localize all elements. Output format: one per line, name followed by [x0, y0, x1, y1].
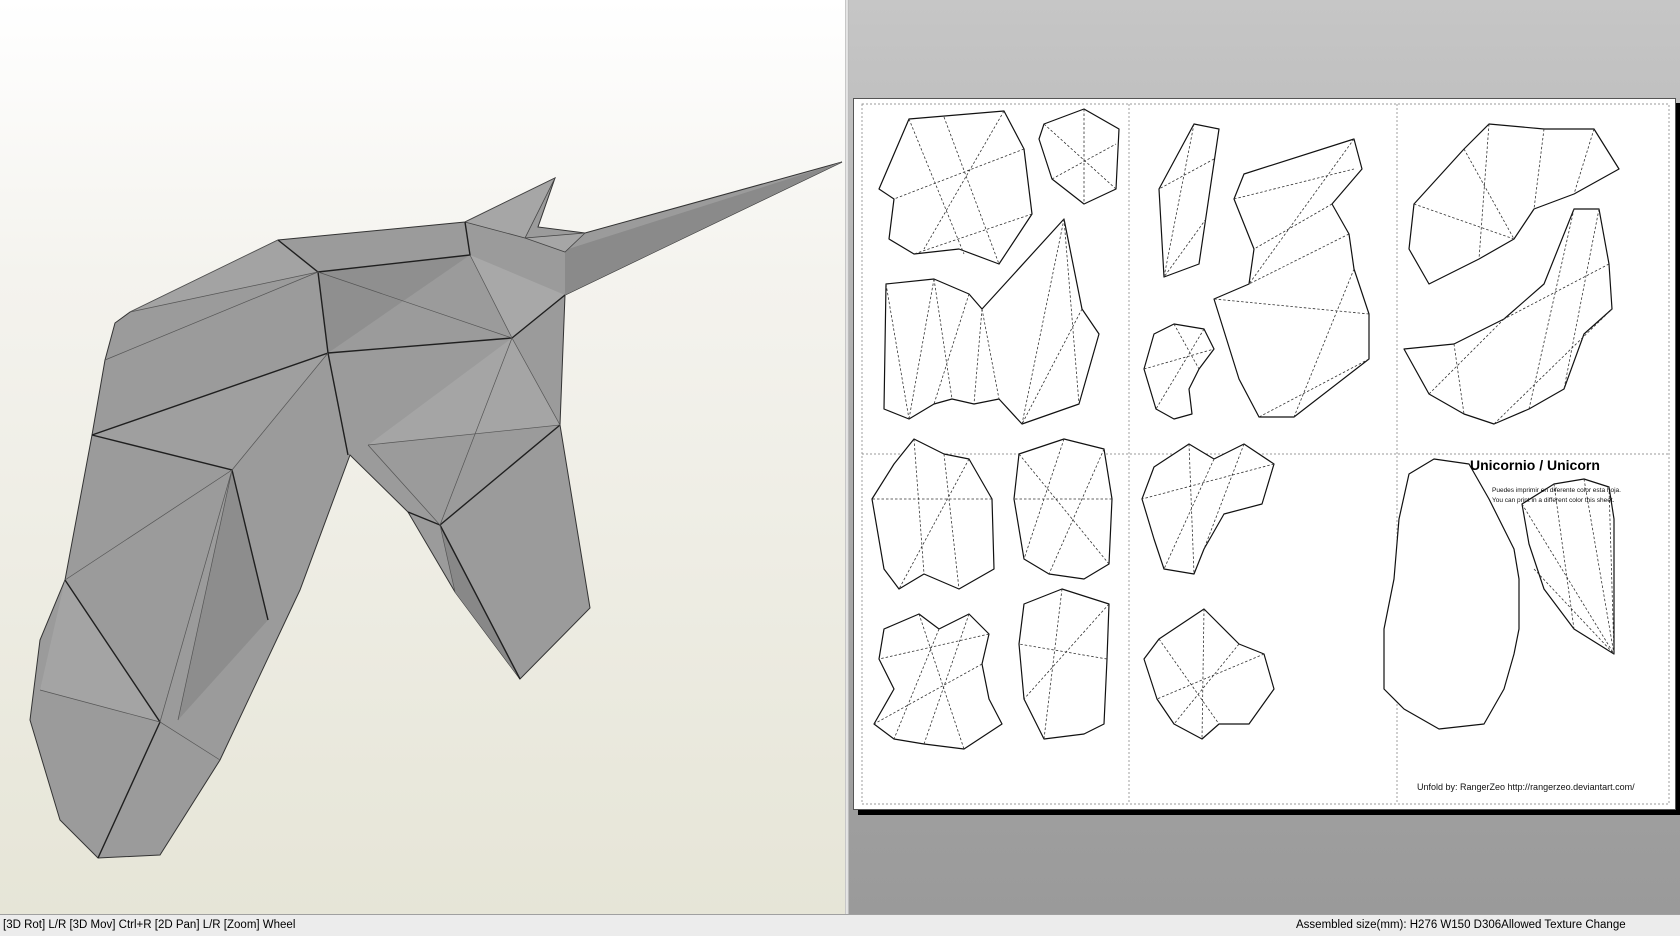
- unfolded-parts[interactable]: [854, 99, 1677, 811]
- part-11: [1141, 443, 1275, 575]
- sheet-note-spanish: Puedes imprimir en diferente color esta …: [1492, 487, 1621, 494]
- part-13: [1018, 588, 1110, 740]
- status-texture-mode: Allowed Texture Change: [1501, 919, 1626, 931]
- part-6: [1143, 323, 1215, 420]
- part-2: [1038, 108, 1120, 205]
- part-14: [1143, 608, 1275, 740]
- 2d-view-panel[interactable]: Unicornio / Unicorn Puedes imprimir en d…: [849, 0, 1680, 914]
- pattern-sheet[interactable]: Unicornio / Unicorn Puedes imprimir en d…: [853, 98, 1676, 810]
- part-5: [1213, 138, 1370, 418]
- status-controls-help: [3D Rot] L/R [3D Mov] Ctrl+R [2D Pan] L/…: [3, 919, 296, 931]
- part-16: [1521, 478, 1615, 655]
- part-12: [873, 613, 1003, 750]
- unicorn-3d-model[interactable]: [0, 0, 845, 914]
- 3d-view-panel[interactable]: [0, 0, 845, 914]
- status-assembled-size: Assembled size(mm): H276 W150 D306Allowe…: [1296, 919, 1626, 931]
- sheet-credit: Unfold by: RangerZeo http://rangerzeo.de…: [1417, 782, 1635, 792]
- status-bar: [3D Rot] L/R [3D Mov] Ctrl+R [2D Pan] L/…: [0, 914, 1680, 936]
- sheet-note-english: You can print in a different color this …: [1492, 497, 1615, 504]
- assembled-size-text: Assembled size(mm): H276 W150 D306: [1296, 919, 1502, 931]
- part-10: [1013, 438, 1113, 580]
- sheet-title: Unicornio / Unicorn: [1470, 457, 1600, 473]
- part-4: [1158, 123, 1220, 278]
- part-1: [878, 110, 1033, 265]
- part-9: [871, 438, 995, 590]
